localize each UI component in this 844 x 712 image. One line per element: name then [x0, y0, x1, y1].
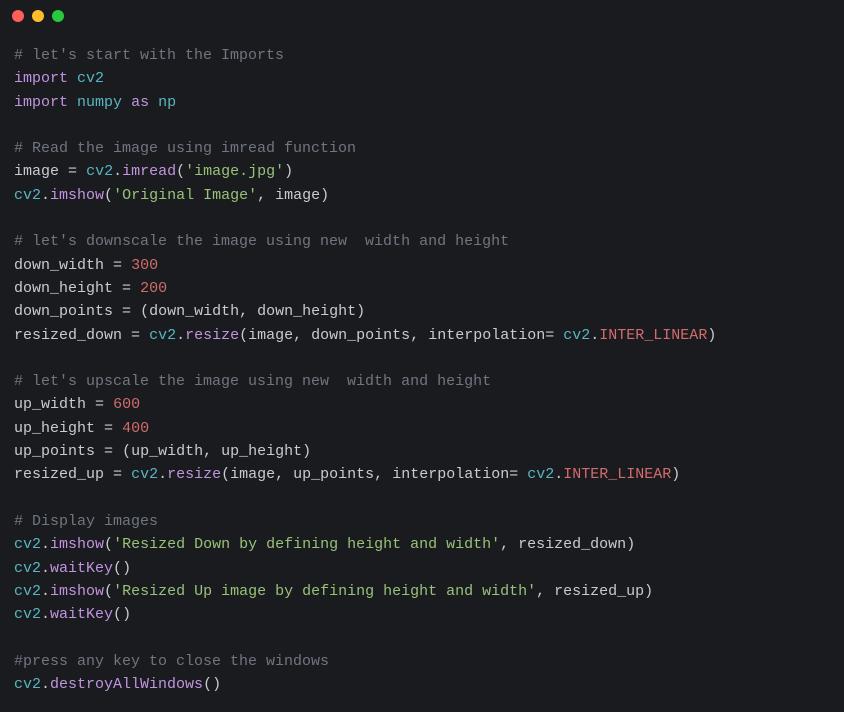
identifier: up_width	[14, 396, 86, 413]
code-line: cv2.imshow('Original Image', image)	[14, 184, 830, 207]
identifier: down_points	[14, 303, 113, 320]
code-line: down_height = 200	[14, 277, 830, 300]
number: 600	[113, 396, 140, 413]
method: waitKey	[50, 606, 113, 623]
code-line: down_width = 300	[14, 254, 830, 277]
object: cv2	[14, 187, 41, 204]
comment: # let's downscale the image using new wi…	[14, 233, 509, 250]
identifier: down_height	[14, 280, 113, 297]
identifier: down_points	[311, 327, 410, 344]
object: cv2	[563, 327, 590, 344]
code-line: cv2.waitKey()	[14, 603, 830, 626]
object: cv2	[131, 466, 158, 483]
code-line	[14, 626, 830, 649]
comment: # let's start with the Imports	[14, 47, 284, 64]
number: 400	[122, 420, 149, 437]
module: cv2	[77, 70, 104, 87]
code-line	[14, 207, 830, 230]
number: 200	[140, 280, 167, 297]
string: 'Original Image'	[113, 187, 257, 204]
identifier: image	[230, 466, 275, 483]
code-line: # let's upscale the image using new widt…	[14, 370, 830, 393]
identifier: down_width	[149, 303, 239, 320]
module: numpy	[77, 94, 122, 111]
string: 'image.jpg'	[185, 163, 284, 180]
string: 'Resized Down by defining height and wid…	[113, 536, 500, 553]
identifier: up_points	[293, 466, 374, 483]
identifier: image	[14, 163, 59, 180]
code-area: # let's start with the Imports import cv2…	[0, 32, 844, 710]
code-line: # Display images	[14, 510, 830, 533]
code-line: image = cv2.imread('image.jpg')	[14, 160, 830, 183]
window-titlebar	[0, 0, 844, 32]
kwarg: interpolation	[392, 466, 509, 483]
keyword: import	[14, 94, 68, 111]
code-line: import numpy as np	[14, 91, 830, 114]
kwarg: interpolation	[428, 327, 545, 344]
identifier: resized_up	[554, 583, 644, 600]
identifier: down_height	[257, 303, 356, 320]
code-line: up_height = 400	[14, 417, 830, 440]
identifier: up_points	[14, 443, 95, 460]
keyword: import	[14, 70, 68, 87]
code-line: # let's start with the Imports	[14, 44, 830, 67]
identifier: down_width	[14, 257, 104, 274]
code-line: resized_up = cv2.resize(image, up_points…	[14, 463, 830, 486]
method: imshow	[50, 187, 104, 204]
code-line	[14, 114, 830, 137]
object: cv2	[14, 606, 41, 623]
code-line: cv2.imshow('Resized Up image by defining…	[14, 580, 830, 603]
maximize-icon[interactable]	[52, 10, 64, 22]
constant: INTER_LINEAR	[599, 327, 707, 344]
method: destroyAllWindows	[50, 676, 203, 693]
code-line: up_width = 600	[14, 393, 830, 416]
code-line: cv2.imshow('Resized Down by defining hei…	[14, 533, 830, 556]
code-line: #press any key to close the windows	[14, 650, 830, 673]
close-icon[interactable]	[12, 10, 24, 22]
minimize-icon[interactable]	[32, 10, 44, 22]
method: resize	[185, 327, 239, 344]
keyword: as	[131, 94, 149, 111]
number: 300	[131, 257, 158, 274]
code-line: # Read the image using imread function	[14, 137, 830, 160]
identifier: resized_down	[14, 327, 122, 344]
code-line: # let's downscale the image using new wi…	[14, 230, 830, 253]
code-line: cv2.waitKey()	[14, 557, 830, 580]
code-line: cv2.destroyAllWindows()	[14, 673, 830, 696]
object: cv2	[86, 163, 113, 180]
comment: # Read the image using imread function	[14, 140, 356, 157]
object: cv2	[149, 327, 176, 344]
method: imread	[122, 163, 176, 180]
identifier: resized_up	[14, 466, 104, 483]
identifier: resized_down	[518, 536, 626, 553]
object: cv2	[14, 536, 41, 553]
comment: # Display images	[14, 513, 158, 530]
code-line: down_points = (down_width, down_height)	[14, 300, 830, 323]
identifier: up_height	[221, 443, 302, 460]
code-line	[14, 487, 830, 510]
code-line: import cv2	[14, 67, 830, 90]
object: cv2	[14, 676, 41, 693]
code-line: up_points = (up_width, up_height)	[14, 440, 830, 463]
identifier: image	[248, 327, 293, 344]
string: 'Resized Up image by defining height and…	[113, 583, 536, 600]
comment: # let's upscale the image using new widt…	[14, 373, 491, 390]
code-line: resized_down = cv2.resize(image, down_po…	[14, 324, 830, 347]
method: waitKey	[50, 560, 113, 577]
object: cv2	[527, 466, 554, 483]
identifier: image	[275, 187, 320, 204]
method: imshow	[50, 583, 104, 600]
object: cv2	[14, 560, 41, 577]
constant: INTER_LINEAR	[563, 466, 671, 483]
object: cv2	[14, 583, 41, 600]
comment: #press any key to close the windows	[14, 653, 329, 670]
code-line	[14, 347, 830, 370]
identifier: up_height	[14, 420, 95, 437]
editor-window: # let's start with the Imports import cv2…	[0, 0, 844, 712]
alias: np	[158, 94, 176, 111]
method: resize	[167, 466, 221, 483]
identifier: up_width	[131, 443, 203, 460]
method: imshow	[50, 536, 104, 553]
